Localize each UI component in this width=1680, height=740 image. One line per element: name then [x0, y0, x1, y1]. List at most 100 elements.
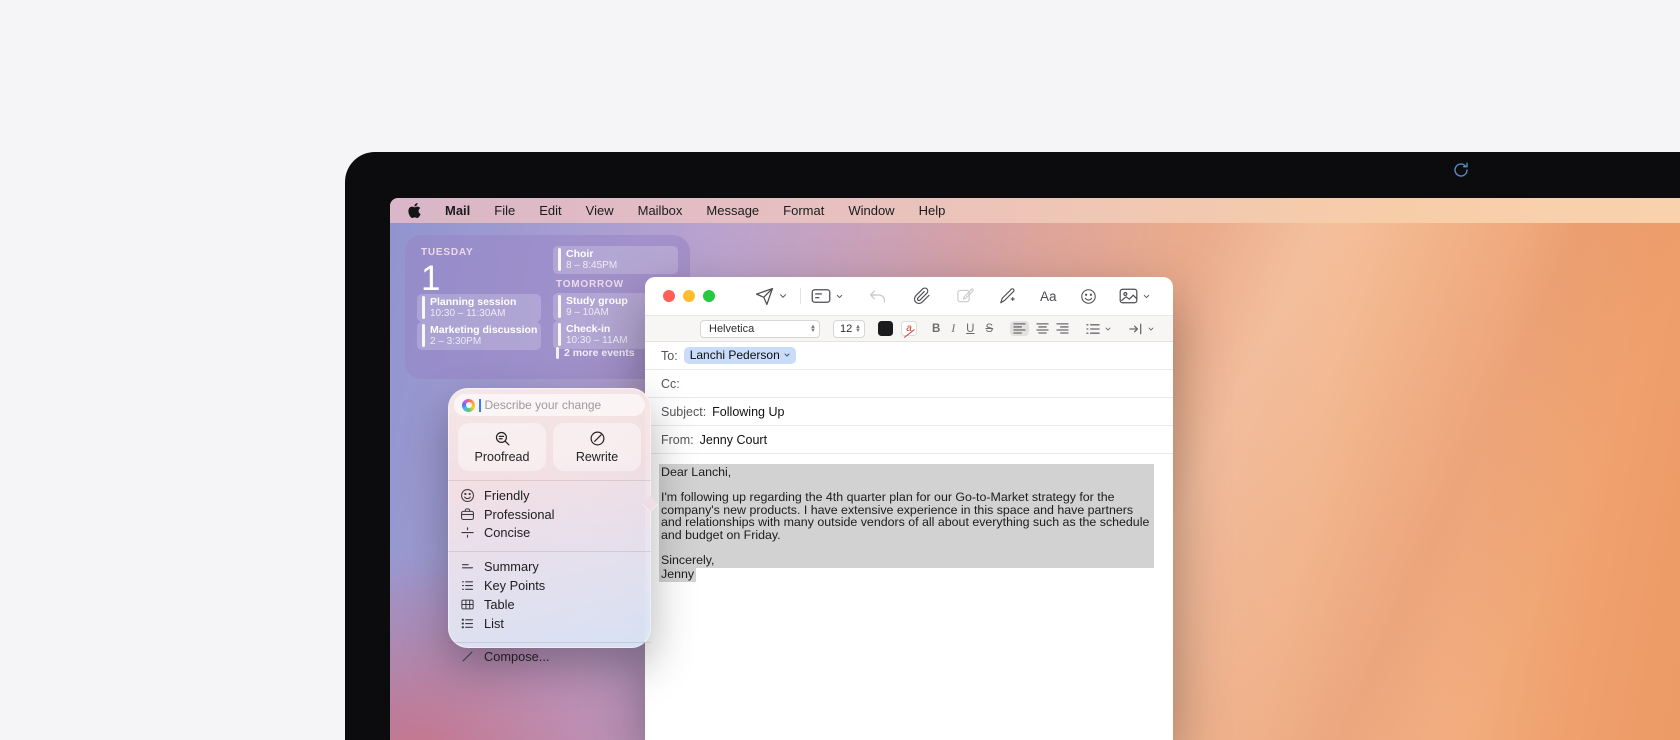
underline-button[interactable]: U [966, 323, 974, 335]
menu-item-summary[interactable]: Summary [460, 557, 641, 576]
menu-item-key-points[interactable]: Key Points [460, 576, 641, 595]
apple-intelligence-icon [462, 399, 475, 412]
attach-icon[interactable] [913, 287, 931, 305]
writing-tools-icon[interactable] [998, 287, 1017, 305]
chevron-down-icon [1147, 325, 1155, 333]
chevron-down-icon[interactable] [1142, 292, 1151, 301]
to-label: To: [661, 349, 678, 363]
menu-message[interactable]: Message [706, 203, 759, 218]
menu-item-list[interactable]: List [460, 614, 641, 633]
text-color-swatch[interactable] [878, 321, 893, 336]
menu-edit[interactable]: Edit [539, 203, 561, 218]
from-field[interactable]: From: Jenny Court [645, 426, 1173, 454]
menu-item-table[interactable]: Table [460, 595, 641, 614]
emoji-icon[interactable] [1080, 288, 1097, 305]
smiley-icon [460, 488, 475, 503]
font-size-value: 12 [840, 323, 852, 335]
event-choir[interactable]: Choir 8 – 8:45PM [553, 246, 678, 274]
font-family-value: Helvetica [709, 323, 754, 335]
rewrite-icon [589, 430, 606, 447]
menu-item-compose[interactable]: Compose... [460, 648, 641, 667]
list-icon [460, 616, 475, 631]
menu-item-concise[interactable]: Concise [460, 524, 641, 543]
event-time: 10:30 – 11:30AM [430, 308, 516, 319]
background-color-swatch[interactable]: a [901, 321, 917, 336]
align-center-button[interactable] [1036, 323, 1049, 334]
event-planning-session[interactable]: Planning session 10:30 – 11:30AM [417, 294, 541, 322]
menu-item-professional[interactable]: Professional [460, 505, 641, 524]
italic-button[interactable]: I [951, 323, 955, 335]
more-events[interactable]: 2 more events [556, 347, 635, 359]
minimize-button[interactable] [683, 290, 695, 302]
align-right-button[interactable] [1056, 323, 1069, 334]
reply-icon [868, 288, 887, 305]
to-field[interactable]: To: Lanchi Pederson [645, 342, 1173, 370]
cc-label: Cc: [661, 377, 680, 391]
menu-item-friendly[interactable]: Friendly [460, 486, 641, 505]
body-closing: Sincerely, [661, 554, 1152, 567]
describe-change-input[interactable]: Describe your change [454, 394, 645, 416]
menu-view[interactable]: View [586, 203, 614, 218]
rewrite-button[interactable]: Rewrite [553, 423, 641, 471]
more-events-label: 2 more events [564, 347, 635, 359]
menu-help[interactable]: Help [919, 203, 946, 218]
event-time: 9 – 10AM [566, 307, 628, 318]
toolbar-separator [800, 288, 801, 304]
font-family-select[interactable]: Helvetica ▲▼ [700, 320, 820, 338]
body-greeting: Dear Lanchi, [661, 466, 1152, 479]
replay-icon[interactable] [1453, 162, 1469, 178]
strikethrough-button[interactable]: S [985, 323, 993, 335]
media-icon[interactable] [1119, 288, 1138, 304]
close-button[interactable] [663, 290, 675, 302]
header-fields-icon[interactable] [811, 288, 831, 304]
list-style-button[interactable] [1086, 323, 1112, 335]
zoom-button[interactable] [703, 290, 715, 302]
item-label: List [484, 616, 504, 631]
device-bezel: Mail File Edit View Mailbox Message Form… [345, 152, 1680, 740]
item-label: Key Points [484, 578, 545, 593]
key-points-icon [460, 578, 475, 593]
widget-day-label: TUESDAY [421, 247, 473, 258]
briefcase-icon [460, 507, 475, 522]
subject-value: Following Up [712, 405, 784, 419]
menu-bar: Mail File Edit View Mailbox Message Form… [390, 198, 1680, 223]
event-title: Planning session [430, 296, 516, 308]
bold-button[interactable]: B [932, 323, 940, 335]
apple-menu-icon[interactable] [408, 203, 421, 218]
menu-mail[interactable]: Mail [445, 203, 470, 218]
menu-file[interactable]: File [494, 203, 515, 218]
event-bar [558, 295, 561, 318]
subject-field[interactable]: Subject: Following Up [645, 398, 1173, 426]
indent-button[interactable] [1129, 323, 1155, 335]
menu-window[interactable]: Window [848, 203, 894, 218]
chevron-down-icon[interactable] [835, 292, 844, 301]
font-size-select[interactable]: 12 ▲▼ [833, 320, 865, 338]
menu-format[interactable]: Format [783, 203, 824, 218]
event-bar [422, 324, 425, 347]
body-paragraph: I'm following up regarding the 4th quart… [661, 491, 1152, 541]
event-marketing-discussion[interactable]: Marketing discussion 2 – 3:30PM [417, 322, 541, 350]
event-time: 2 – 3:30PM [430, 336, 537, 347]
event-title: Marketing discussion [430, 324, 537, 336]
chevron-down-icon[interactable] [778, 291, 788, 301]
chevron-down-icon [783, 351, 791, 359]
format-aa-icon[interactable]: Aa [1040, 289, 1057, 304]
concise-icon [460, 525, 475, 540]
event-bar [556, 347, 559, 359]
send-icon[interactable] [755, 287, 774, 306]
align-left-button[interactable] [1010, 321, 1029, 336]
window-title-bar: Aa [645, 277, 1173, 315]
message-body[interactable]: Dear Lanchi, I'm following up regarding … [645, 454, 1173, 580]
recipient-name: Lanchi Pederson [690, 348, 780, 362]
traffic-lights [663, 290, 715, 302]
writing-tools-popup: Describe your change Proofread Rewrite [448, 388, 651, 648]
recipient-pill[interactable]: Lanchi Pederson [684, 347, 796, 365]
proofread-button[interactable]: Proofread [458, 423, 546, 471]
event-time: 8 – 8:45PM [566, 260, 617, 271]
page-background: Mail File Edit View Mailbox Message Form… [0, 0, 1680, 740]
event-title: Study group [566, 295, 628, 307]
item-label: Professional [484, 507, 554, 522]
mail-compose-window: Aa Helvetica [645, 277, 1173, 740]
menu-mailbox[interactable]: Mailbox [638, 203, 683, 218]
cc-field[interactable]: Cc: [645, 370, 1173, 398]
